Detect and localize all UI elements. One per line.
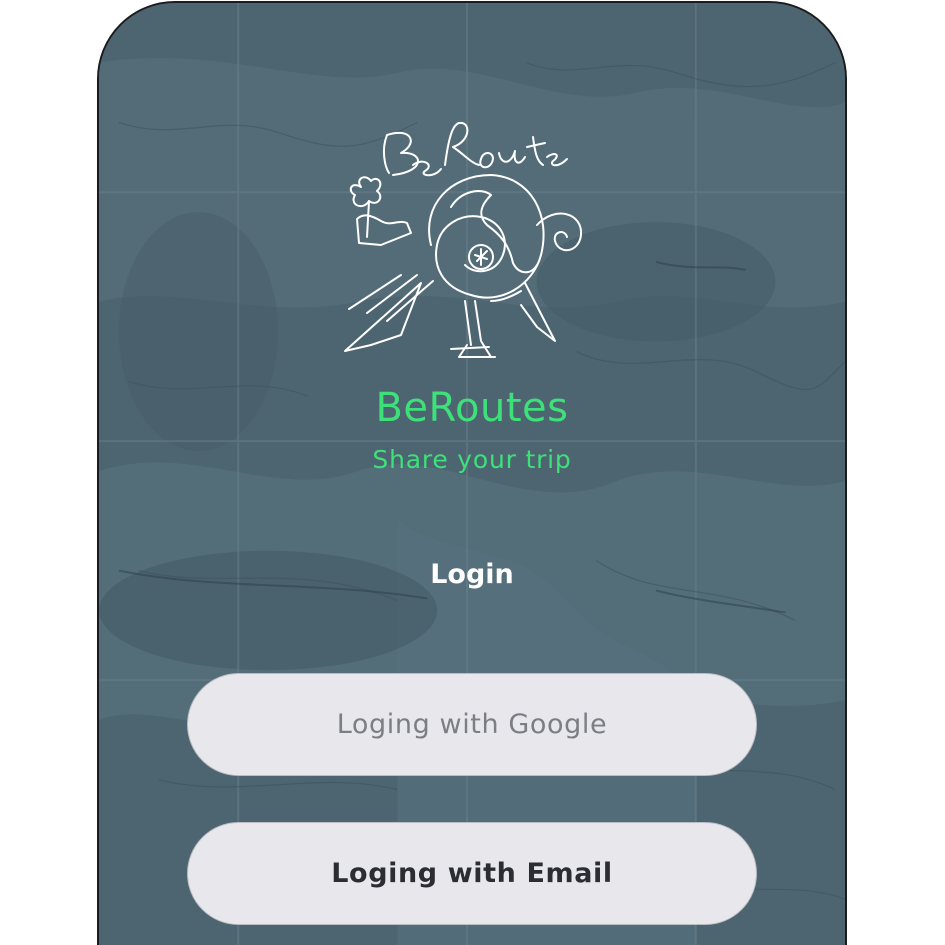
login-with-google-label: Loging with Google bbox=[336, 709, 608, 740]
page: BeRoutes Share your trip Login Loging wi… bbox=[0, 0, 945, 945]
login-heading: Login bbox=[430, 559, 514, 590]
login-with-email-label: Loging with Email bbox=[331, 858, 613, 889]
app-screen: BeRoutes Share your trip Login Loging wi… bbox=[97, 1, 847, 945]
app-logo-icon bbox=[341, 95, 601, 365]
login-with-email-button[interactable]: Loging with Email bbox=[187, 822, 757, 925]
login-with-google-button[interactable]: Loging with Google bbox=[187, 673, 757, 776]
app-name: BeRoutes bbox=[375, 385, 569, 431]
app-tagline: Share your trip bbox=[372, 445, 572, 474]
